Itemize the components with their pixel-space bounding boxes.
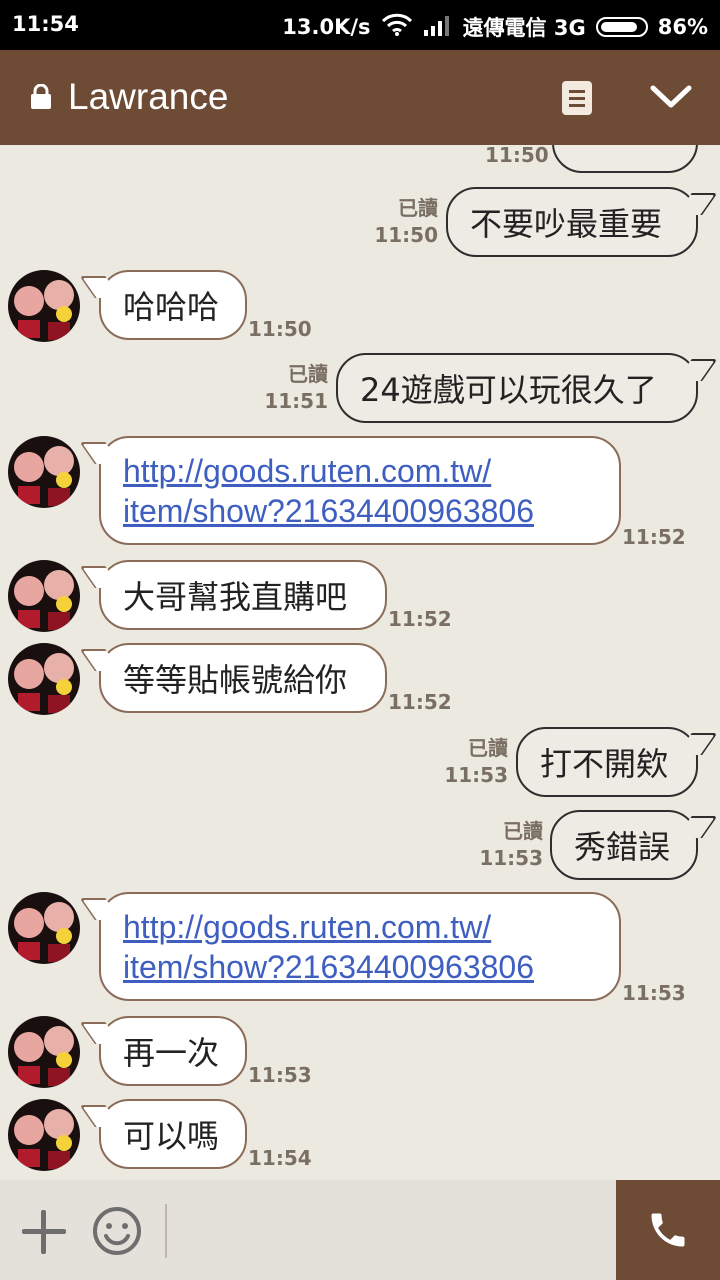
avatar[interactable] <box>8 560 80 632</box>
message-bubble[interactable]: 24遊戲可以玩很久了 <box>336 353 698 423</box>
message-text: 24遊戲可以玩很久了 <box>360 371 657 409</box>
message-time: 11:53 <box>248 1063 312 1087</box>
message-text: 再一次 <box>123 1034 220 1072</box>
chevron-down-icon[interactable] <box>650 84 692 114</box>
message-time: 11:53 <box>622 981 686 1005</box>
message-text: 秀錯誤 <box>574 828 671 866</box>
lock-icon <box>30 83 52 114</box>
input-bar <box>0 1180 720 1280</box>
message-bubble[interactable]: 哈哈哈 <box>99 270 247 340</box>
status-time: 11:54 <box>12 12 79 36</box>
battery-fill <box>600 22 637 32</box>
avatar[interactable] <box>8 436 80 508</box>
avatar[interactable] <box>8 1099 80 1171</box>
phone-icon <box>646 1208 690 1256</box>
message-time: 11:54 <box>248 1146 312 1170</box>
message-text: 哈哈哈 <box>123 288 220 326</box>
signal-icon <box>423 14 453 41</box>
read-status: 已讀 <box>288 362 328 386</box>
message-bubble[interactable]: 可以嗎 <box>99 1099 247 1169</box>
message-time: 11:50 <box>248 317 312 341</box>
message-text: 可以嗎 <box>123 1117 220 1155</box>
battery-icon <box>595 17 648 37</box>
read-status: 已讀 <box>468 736 508 760</box>
message-link[interactable]: item/show?21634400963806 <box>123 947 534 987</box>
message-link[interactable]: http://goods.ruten.com.tw/ <box>123 451 491 491</box>
message-bubble[interactable]: 等等貼帳號給你 <box>99 643 387 713</box>
message-time: 11:50 <box>374 223 438 247</box>
message-meta: 已讀 11:53 <box>440 735 508 789</box>
message-meta: 已讀 11:53 <box>475 818 543 872</box>
message-bubble[interactable]: 秀錯誤 <box>550 810 698 880</box>
read-status: 已讀 <box>398 196 438 220</box>
status-bar: 11:54 13.0K/s 遠傳電信 3G 86% <box>0 0 720 50</box>
network-speed: 13.0K/s <box>282 15 371 39</box>
message-time: 11:53 <box>479 846 543 870</box>
avatar[interactable] <box>8 643 80 715</box>
link-message-bubble[interactable]: http://goods.ruten.com.tw/ item/show?216… <box>99 892 621 1001</box>
message-text: 不要吵最重要 <box>470 205 663 243</box>
message-bubble[interactable]: 大哥幫我直購吧 <box>99 560 387 630</box>
chat-header: Lawrance <box>0 50 720 145</box>
battery-percent: 86% <box>657 15 708 39</box>
message-meta: 已讀 11:51 <box>260 361 328 415</box>
avatar[interactable] <box>8 270 80 342</box>
input-divider <box>165 1204 167 1258</box>
message-bubble[interactable]: 再一次 <box>99 1016 247 1086</box>
message-bubble[interactable]: 打不開欸 <box>516 727 698 797</box>
message-time: 11:52 <box>388 690 452 714</box>
emoji-icon[interactable] <box>92 1206 142 1256</box>
message-time: 11:52 <box>388 607 452 631</box>
chat-title[interactable]: Lawrance <box>68 76 228 118</box>
note-icon[interactable] <box>562 81 592 115</box>
read-status: 已讀 <box>503 819 543 843</box>
message-text: 打不開欸 <box>540 745 669 783</box>
message-time: 11:52 <box>622 525 686 549</box>
status-right: 13.0K/s 遠傳電信 3G 86% <box>282 12 708 42</box>
message-bubble-partial[interactable] <box>552 145 698 173</box>
call-button[interactable] <box>616 1180 720 1280</box>
avatar[interactable] <box>8 1016 80 1088</box>
message-meta: 已讀 11:50 <box>370 195 438 249</box>
link-message-bubble[interactable]: http://goods.ruten.com.tw/ item/show?216… <box>99 436 621 545</box>
message-time: 11:51 <box>264 389 328 413</box>
message-link[interactable]: http://goods.ruten.com.tw/ <box>123 907 491 947</box>
plus-icon[interactable] <box>22 1210 66 1254</box>
wifi-icon <box>381 13 413 42</box>
carrier-name: 遠傳電信 3G <box>462 16 586 40</box>
message-time-partial: 11:50 <box>485 145 549 167</box>
message-bubble[interactable]: 不要吵最重要 <box>446 187 698 257</box>
avatar[interactable] <box>8 892 80 964</box>
message-link[interactable]: item/show?21634400963806 <box>123 491 534 531</box>
message-text: 等等貼帳號給你 <box>123 661 348 699</box>
message-time: 11:53 <box>444 763 508 787</box>
message-text: 大哥幫我直購吧 <box>123 578 348 616</box>
chat-area[interactable]: 11:50 已讀 11:50 不要吵最重要 哈哈哈 11:50 已讀 11:51… <box>0 145 720 1180</box>
